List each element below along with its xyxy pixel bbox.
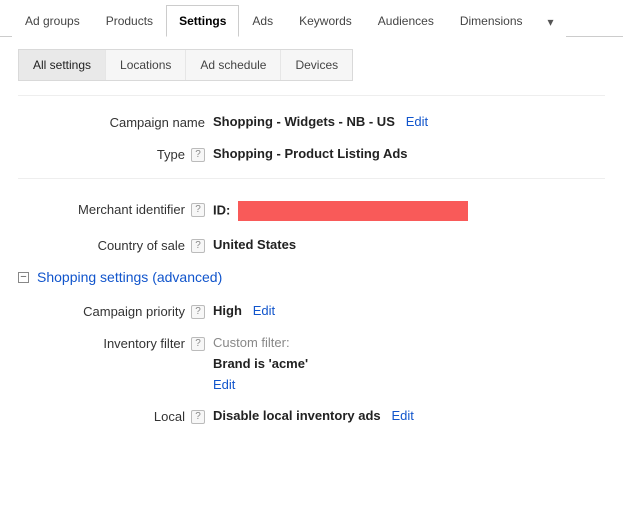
subtab-locations[interactable]: Locations — [106, 50, 186, 80]
help-icon[interactable]: ? — [191, 203, 205, 217]
tab-products[interactable]: Products — [93, 5, 166, 37]
merchant-id-label: Merchant identifier — [78, 202, 185, 217]
subtab-ad-schedule[interactable]: Ad schedule — [186, 50, 281, 80]
subtab-all-settings[interactable]: All settings — [19, 50, 106, 80]
campaign-name-value: Shopping - Widgets - NB - US — [213, 114, 395, 129]
tab-settings[interactable]: Settings — [166, 5, 239, 37]
tab-more-dropdown[interactable]: ▾ — [536, 5, 566, 37]
tab-dimensions[interactable]: Dimensions — [447, 5, 536, 37]
type-label: Type — [157, 147, 185, 162]
campaign-name-edit-link[interactable]: Edit — [406, 114, 428, 129]
advanced-title: Shopping settings (advanced) — [37, 269, 222, 285]
help-icon[interactable]: ? — [191, 410, 205, 424]
merchant-section: Merchant identifier ? ID: Country of sal… — [0, 201, 623, 253]
local-value: Disable local inventory ads — [213, 408, 381, 423]
local-edit-link[interactable]: Edit — [391, 408, 413, 423]
inventory-value: Brand is 'acme' — [213, 356, 308, 371]
general-section: Campaign name Shopping - Widgets - NB - … — [0, 96, 623, 162]
primary-tabs: Ad groups Products Settings Ads Keywords… — [0, 4, 623, 37]
priority-edit-link[interactable]: Edit — [253, 303, 275, 318]
subtab-devices[interactable]: Devices — [281, 50, 352, 80]
tab-ads[interactable]: Ads — [239, 5, 286, 37]
collapse-icon: − — [18, 272, 29, 283]
tab-ad-groups[interactable]: Ad groups — [12, 5, 93, 37]
campaign-name-label: Campaign name — [18, 114, 213, 130]
tab-audiences[interactable]: Audiences — [365, 5, 447, 37]
divider — [18, 178, 605, 179]
help-icon[interactable]: ? — [191, 239, 205, 253]
help-icon[interactable]: ? — [191, 305, 205, 319]
caret-down-icon: ▾ — [548, 15, 554, 29]
country-label: Country of sale — [98, 238, 185, 253]
priority-label: Campaign priority — [83, 304, 185, 319]
priority-value: High — [213, 303, 242, 318]
help-icon[interactable]: ? — [191, 337, 205, 351]
advanced-toggle[interactable]: − Shopping settings (advanced) — [18, 269, 623, 285]
country-value: United States — [213, 237, 296, 252]
local-label: Local — [154, 409, 185, 424]
inventory-label: Inventory filter — [103, 336, 185, 351]
type-value: Shopping - Product Listing Ads — [213, 146, 408, 161]
advanced-section: Campaign priority ? High Edit Inventory … — [0, 303, 623, 424]
merchant-id-prefix: ID: — [213, 202, 230, 217]
inventory-edit-link[interactable]: Edit — [213, 377, 235, 392]
tab-keywords[interactable]: Keywords — [286, 5, 365, 37]
inventory-hint: Custom filter: — [213, 335, 308, 350]
help-icon[interactable]: ? — [191, 148, 205, 162]
secondary-tabs: All settings Locations Ad schedule Devic… — [18, 49, 353, 81]
merchant-id-redacted — [238, 201, 468, 221]
